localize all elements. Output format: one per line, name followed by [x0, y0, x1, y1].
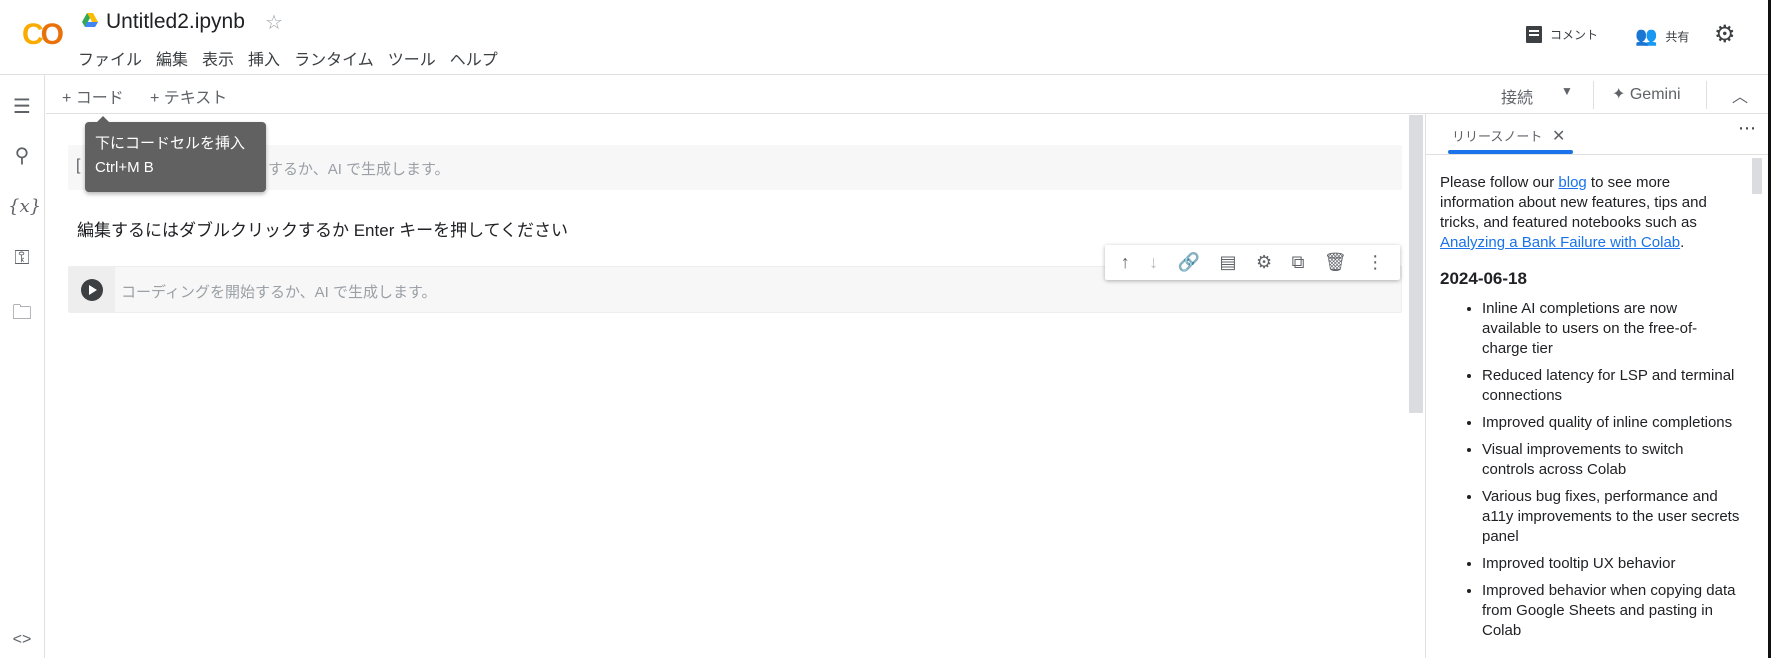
move-down-icon[interactable]: ↓ — [1149, 252, 1158, 273]
menu-file[interactable]: ファイル — [78, 46, 142, 70]
menu-insert[interactable]: 挿入 — [248, 46, 280, 70]
comment-icon[interactable]: ▤ — [1220, 252, 1237, 273]
menu-runtime[interactable]: ランタイム — [294, 46, 374, 70]
menu-help[interactable]: ヘルプ — [450, 46, 498, 70]
variables-icon[interactable]: {x} — [8, 196, 41, 224]
key-icon[interactable]: ⚿ — [8, 247, 36, 275]
comment-button[interactable]: コメント — [1526, 26, 1598, 43]
code-snippets-icon[interactable]: <> — [8, 631, 36, 659]
menu-bar: ファイル 編集 表示 挿入 ランタイム ツール ヘルプ — [78, 46, 498, 70]
left-sidebar: ☰ ⚲ {x} ⚿ 🗀 <> — [0, 75, 45, 658]
header: CO Untitled2.ipynb ☆ ファイル 編集 表示 挿入 ランタイム… — [0, 0, 1768, 75]
cell-placeholder: コーディングを開始するか、AI で生成します。 — [121, 284, 437, 301]
connect-button[interactable]: 接続 — [1501, 84, 1533, 108]
panel-scrollbar[interactable] — [1752, 158, 1762, 194]
share-button[interactable]: 👥 共有 — [1635, 26, 1689, 47]
code-cell[interactable]: [ するか、AI で生成します。 — [68, 145, 1402, 190]
list-item: Reduced latency for LSP and terminal con… — [1482, 366, 1740, 406]
window-edge — [1768, 0, 1771, 658]
list-item: Improved quality of inline completions — [1482, 413, 1740, 433]
connect-dropdown-icon[interactable]: ▼ — [1561, 84, 1573, 98]
list-item: Improved behavior when copying data from… — [1482, 581, 1740, 641]
google-drive-icon — [82, 13, 98, 27]
list-item: Various bug fixes, performance and a11y … — [1482, 487, 1740, 547]
star-icon[interactable]: ☆ — [265, 10, 283, 35]
folder-icon[interactable]: 🗀 — [8, 298, 36, 326]
featured-notebook-link[interactable]: Analyzing a Bank Failure with Colab — [1440, 234, 1680, 251]
notebook-toolbar: + コード + テキスト 接続 ▼ ✦ Gemini ︿ — [46, 75, 1768, 114]
delete-trash-icon[interactable]: 🗑 — [1324, 252, 1347, 273]
settings-gear-icon[interactable]: ⚙ — [1714, 20, 1736, 49]
link-icon[interactable]: 🔗 — [1178, 252, 1200, 273]
mirror-cell-icon[interactable]: ⧉ — [1292, 252, 1305, 273]
add-code-button[interactable]: + コード — [62, 84, 124, 108]
notebook-title[interactable]: Untitled2.ipynb — [106, 10, 245, 34]
collapse-chevron-icon[interactable]: ︿ — [1732, 83, 1748, 107]
list-item: Inline AI completions are now available … — [1482, 299, 1740, 359]
run-cell-button[interactable] — [81, 279, 103, 301]
close-icon[interactable]: ✕ — [1552, 128, 1565, 145]
table-of-contents-icon[interactable]: ☰ — [8, 94, 36, 122]
cell-toolbar: ↑ ↓ 🔗 ▤ ⚙ ⧉ 🗑 ⋮ — [1105, 245, 1400, 280]
people-icon: 👥 — [1635, 26, 1658, 46]
comment-icon — [1526, 26, 1542, 43]
list-item: Visual improvements to switch controls a… — [1482, 440, 1740, 480]
menu-tools[interactable]: ツール — [388, 46, 436, 70]
text-cell[interactable]: 編集するにはダブルクリックするか Enter キーを押してください — [77, 216, 568, 241]
tab-release-notes[interactable]: リリースノート ✕ — [1452, 126, 1565, 146]
release-date: 2024-06-18 — [1440, 269, 1527, 288]
menu-view[interactable]: 表示 — [202, 46, 234, 70]
cell-placeholder: するか、AI で生成します。 — [268, 161, 450, 178]
cell-bracket: [ — [76, 157, 81, 174]
list-item: Improved tooltip UX behavior — [1482, 554, 1740, 574]
blog-link[interactable]: blog — [1558, 174, 1586, 191]
search-icon[interactable]: ⚲ — [8, 143, 36, 171]
settings-gear-icon[interactable]: ⚙ — [1256, 252, 1272, 273]
add-text-button[interactable]: + テキスト — [150, 84, 227, 108]
more-horiz-icon[interactable]: ⋯ — [1738, 118, 1756, 139]
sparkle-icon: ✦ — [1612, 86, 1630, 103]
tooltip: 下にコードセルを挿入 Ctrl+M B — [85, 116, 266, 192]
menu-edit[interactable]: 編集 — [156, 46, 188, 70]
move-up-icon[interactable]: ↑ — [1121, 252, 1130, 273]
more-vert-icon[interactable]: ⋮ — [1366, 252, 1384, 273]
notebook-scrollbar[interactable] — [1409, 115, 1423, 413]
gemini-button[interactable]: ✦ Gemini — [1612, 84, 1681, 104]
divider — [1706, 81, 1707, 109]
divider — [1593, 81, 1594, 109]
colab-logo[interactable]: CO — [22, 18, 64, 52]
release-notes-content: Please follow our blog to see more infor… — [1440, 173, 1740, 648]
